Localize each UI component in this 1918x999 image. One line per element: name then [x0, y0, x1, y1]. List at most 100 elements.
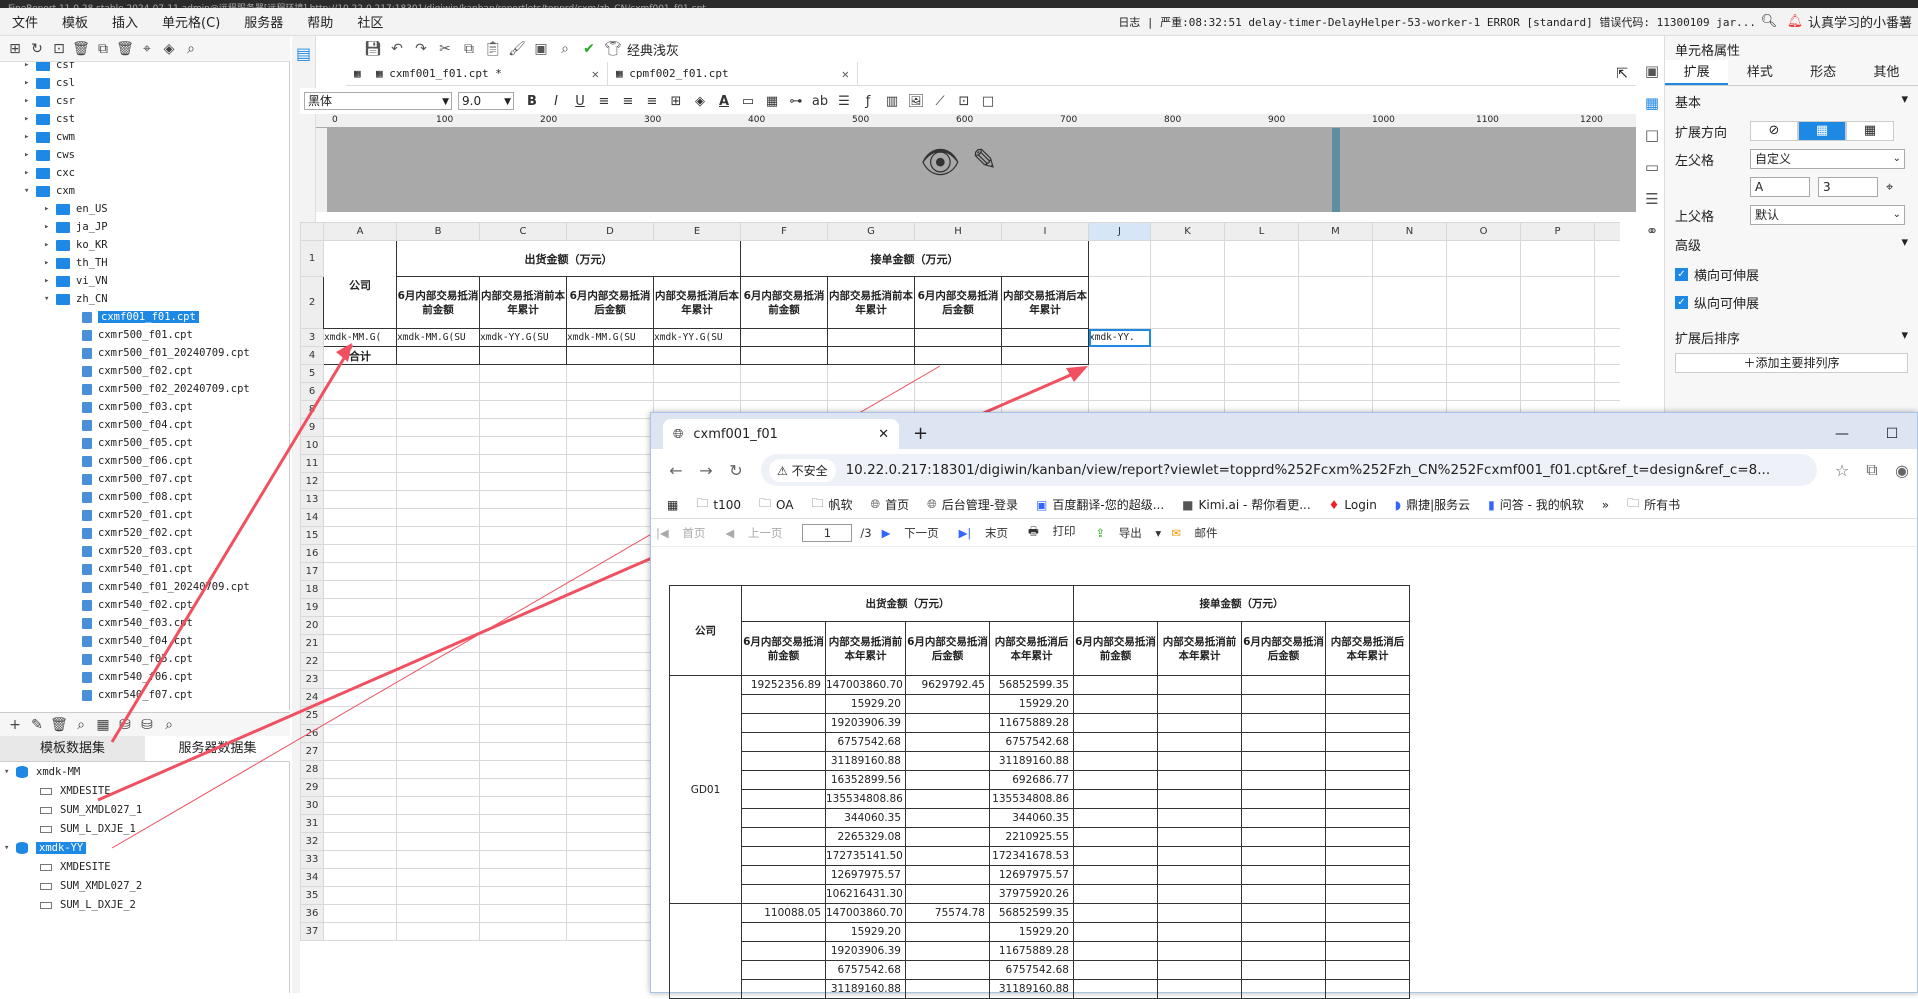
bookmark-fanruan[interactable]: 🗀︎ 帆软: [811, 494, 852, 515]
cell[interactable]: [323, 724, 397, 743]
cell[interactable]: [396, 868, 480, 887]
cell[interactable]: [323, 382, 397, 401]
menu-community[interactable]: 社区: [345, 12, 395, 31]
formula-cell[interactable]: xmdk-YY.: [1088, 328, 1151, 347]
section-advanced[interactable]: 高级 ▾: [1665, 229, 1918, 260]
cell[interactable]: [323, 634, 397, 653]
browser-tab[interactable]: 🌐︎ cxmf001_f01 ✕: [663, 419, 899, 449]
cell[interactable]: [396, 724, 480, 743]
cell[interactable]: [323, 508, 397, 527]
column-header[interactable]: P: [1520, 222, 1595, 241]
cell[interactable]: [323, 526, 397, 545]
cell[interactable]: [566, 616, 654, 635]
tree-node[interactable]: cxmr540_f07.cpt: [70, 686, 193, 704]
cell[interactable]: [479, 670, 567, 689]
preview-icon[interactable]: ⌕: [553, 41, 577, 57]
fill-color-icon[interactable]: ◈: [688, 94, 712, 109]
tree-node[interactable]: ▸ ko_KR: [44, 236, 108, 254]
expanded-arrow-icon[interactable]: ▾: [4, 767, 16, 777]
field-node[interactable]: SUM_XMDL027_2: [40, 877, 142, 895]
tree-node[interactable]: ▸ cxc: [24, 164, 75, 182]
tree-node[interactable]: cxmr500_f01.cpt: [70, 326, 193, 344]
cell[interactable]: [1224, 328, 1299, 347]
cell[interactable]: [566, 598, 654, 617]
cell[interactable]: [479, 490, 567, 509]
cell[interactable]: [566, 922, 654, 941]
tree-node[interactable]: cxmr500_f02.cpt: [70, 362, 193, 380]
v-extend-checkbox[interactable]: ✓ 纵向可伸展: [1665, 288, 1918, 316]
cell[interactable]: [479, 634, 567, 653]
cell[interactable]: [396, 706, 480, 725]
tree-node[interactable]: cxmr500_f07.cpt: [70, 470, 193, 488]
cell[interactable]: [396, 598, 480, 617]
formula-cell[interactable]: xmdk-MM.G(SU: [396, 328, 480, 347]
column-header[interactable]: D: [566, 222, 654, 241]
cell[interactable]: [566, 418, 654, 437]
grid-icon[interactable]: ▦: [92, 717, 114, 733]
cell[interactable]: [1088, 346, 1151, 365]
formula-cell[interactable]: [1001, 328, 1089, 347]
grid-attr-icon[interactable]: ▦: [1640, 94, 1664, 112]
tree-node[interactable]: cxmr540_f06.cpt: [70, 668, 193, 686]
column-header[interactable]: E: [653, 222, 741, 241]
cell[interactable]: [1150, 382, 1225, 401]
cell[interactable]: [396, 742, 480, 761]
address-bar[interactable]: ⚠︎ 不安全 10.22.0.217:18301/digiwin/kanban/v…: [761, 454, 1817, 486]
formula-cell[interactable]: [914, 328, 1002, 347]
profile-icon[interactable]: ◉: [1887, 461, 1917, 480]
formula-cell[interactable]: xmdk-YY.G(SU: [653, 328, 741, 347]
cell[interactable]: [1224, 364, 1299, 383]
column-header[interactable]: B: [396, 222, 480, 241]
cell[interactable]: [566, 904, 654, 923]
collapsed-arrow-icon[interactable]: ▸: [24, 96, 36, 106]
cell[interactable]: [479, 706, 567, 725]
cell[interactable]: [566, 508, 654, 527]
new-folder-icon[interactable]: ⊞: [4, 41, 26, 57]
cell[interactable]: [396, 652, 480, 671]
apps-icon[interactable]: ▦: [667, 498, 678, 512]
cell[interactable]: [1001, 382, 1089, 401]
cell[interactable]: [479, 652, 567, 671]
field-node[interactable]: XMDESITE: [40, 782, 111, 800]
cell[interactable]: [1520, 240, 1595, 277]
cell[interactable]: [479, 562, 567, 581]
field-node[interactable]: SUM_L_DXJE_2: [40, 896, 136, 914]
cell[interactable]: [479, 868, 567, 887]
lock-icon[interactable]: ⊡: [48, 41, 70, 57]
no-expand-button[interactable]: ⊘: [1750, 121, 1798, 141]
cell[interactable]: [566, 724, 654, 743]
cell[interactable]: [396, 436, 480, 455]
cell[interactable]: [396, 922, 480, 941]
pick-cell-icon[interactable]: ⌖: [1886, 180, 1893, 195]
cell[interactable]: [1150, 276, 1225, 329]
column-title[interactable]: 内部交易抵消前本年累计: [479, 276, 567, 329]
cell[interactable]: [323, 418, 397, 437]
cell[interactable]: [1298, 382, 1373, 401]
cell[interactable]: [479, 688, 567, 707]
cell[interactable]: [479, 508, 567, 527]
cell[interactable]: [914, 364, 1002, 383]
cell[interactable]: [1150, 328, 1225, 347]
cell[interactable]: [1224, 346, 1299, 365]
copy-icon[interactable]: ⧉: [457, 41, 481, 57]
cell[interactable]: [396, 886, 480, 905]
cell[interactable]: [827, 364, 915, 383]
expanded-arrow-icon[interactable]: ▾: [44, 294, 56, 304]
widget-attr-icon[interactable]: ▭: [1640, 158, 1664, 176]
search-icon[interactable]: 🔍︎: [1756, 14, 1782, 29]
bookmark-digiwin[interactable]: ◗ 鼎捷|服务云: [1395, 496, 1470, 513]
cell[interactable]: [479, 760, 567, 779]
bookmark-admin[interactable]: 🌐︎ 后台管理-登录: [927, 496, 1018, 513]
tree-node[interactable]: ▸ en_US: [44, 200, 108, 218]
cell[interactable]: [323, 868, 397, 887]
cell[interactable]: [479, 382, 567, 401]
tab-shape[interactable]: 形态: [1792, 60, 1855, 85]
cell[interactable]: [323, 778, 397, 797]
cell-attr-icon[interactable]: ▣: [1640, 62, 1664, 80]
cell[interactable]: [479, 724, 567, 743]
cell[interactable]: [479, 400, 567, 419]
tree-node[interactable]: cxmr500_f05.cpt: [70, 434, 193, 452]
cell[interactable]: [1001, 346, 1089, 365]
cell[interactable]: [323, 364, 397, 383]
rich-text-icon[interactable]: ☰: [832, 94, 856, 109]
